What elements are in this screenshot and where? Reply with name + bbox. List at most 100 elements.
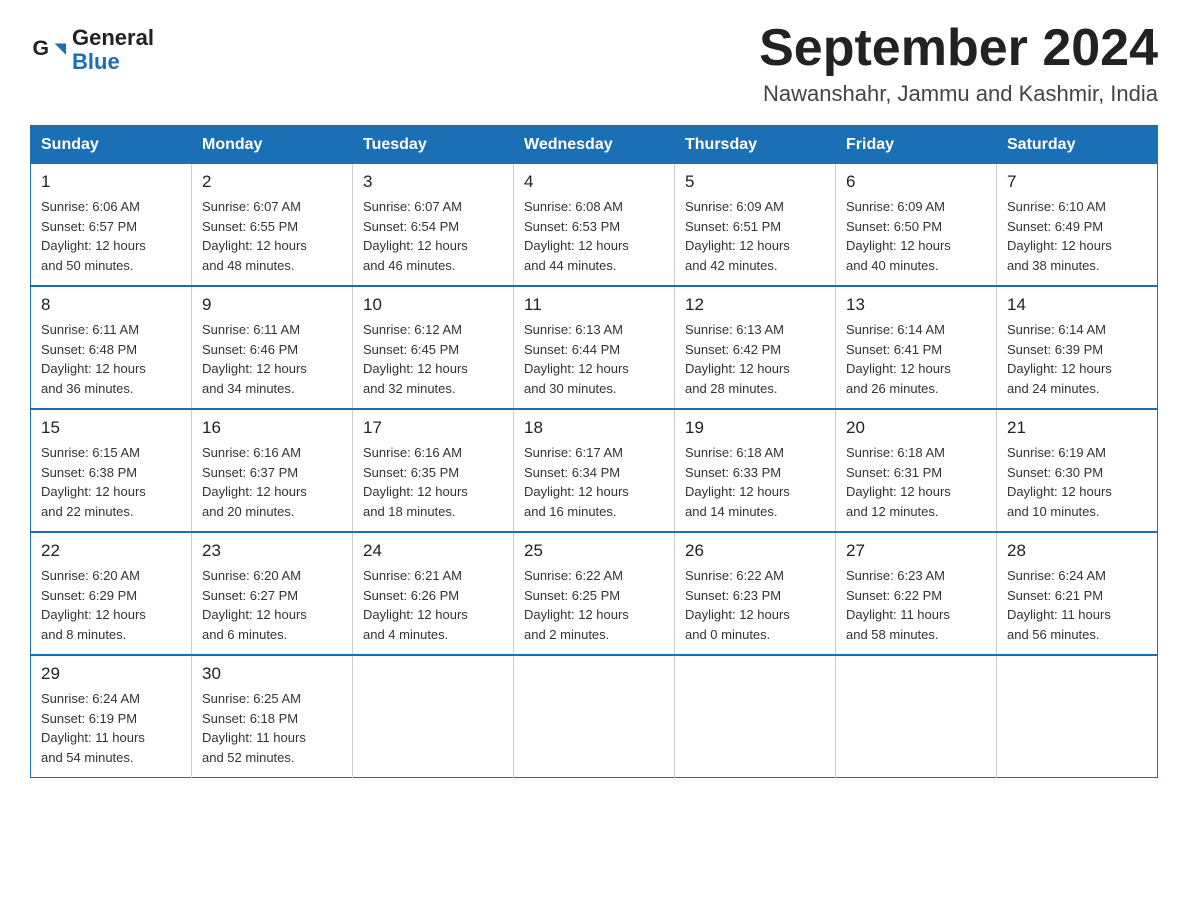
day-info-line: Daylight: 12 hours xyxy=(846,236,986,256)
day-info-line: Daylight: 12 hours xyxy=(202,236,342,256)
day-info-line: Sunrise: 6:09 AM xyxy=(685,197,825,217)
day-info: Sunrise: 6:11 AMSunset: 6:48 PMDaylight:… xyxy=(41,320,181,398)
day-info-line: Sunrise: 6:14 AM xyxy=(846,320,986,340)
day-info-line: Daylight: 12 hours xyxy=(685,605,825,625)
header-saturday: Saturday xyxy=(997,126,1158,165)
day-info-line: and 0 minutes. xyxy=(685,625,825,645)
day-info-line: Daylight: 12 hours xyxy=(524,605,664,625)
day-info-line: and 50 minutes. xyxy=(41,256,181,276)
day-info: Sunrise: 6:08 AMSunset: 6:53 PMDaylight:… xyxy=(524,197,664,275)
day-info-line: Sunset: 6:25 PM xyxy=(524,586,664,606)
day-info-line: and 38 minutes. xyxy=(1007,256,1147,276)
day-cell: 9Sunrise: 6:11 AMSunset: 6:46 PMDaylight… xyxy=(192,286,353,409)
day-cell: 14Sunrise: 6:14 AMSunset: 6:39 PMDayligh… xyxy=(997,286,1158,409)
day-info-line: and 26 minutes. xyxy=(846,379,986,399)
day-number: 16 xyxy=(202,418,342,438)
day-info: Sunrise: 6:19 AMSunset: 6:30 PMDaylight:… xyxy=(1007,443,1147,521)
day-info-line: Daylight: 12 hours xyxy=(363,605,503,625)
day-info: Sunrise: 6:12 AMSunset: 6:45 PMDaylight:… xyxy=(363,320,503,398)
day-number: 20 xyxy=(846,418,986,438)
day-info-line: Sunrise: 6:11 AM xyxy=(41,320,181,340)
day-info-line: Daylight: 11 hours xyxy=(41,728,181,748)
day-cell: 24Sunrise: 6:21 AMSunset: 6:26 PMDayligh… xyxy=(353,532,514,655)
day-info-line: Sunrise: 6:08 AM xyxy=(524,197,664,217)
day-info-line: and 30 minutes. xyxy=(524,379,664,399)
day-info-line: Sunset: 6:50 PM xyxy=(846,217,986,237)
day-info-line: and 54 minutes. xyxy=(41,748,181,768)
day-info-line: Daylight: 12 hours xyxy=(202,605,342,625)
day-info-line: Sunrise: 6:23 AM xyxy=(846,566,986,586)
day-info-line: Sunset: 6:42 PM xyxy=(685,340,825,360)
day-info: Sunrise: 6:07 AMSunset: 6:55 PMDaylight:… xyxy=(202,197,342,275)
day-info-line: Sunset: 6:31 PM xyxy=(846,463,986,483)
day-info-line: Daylight: 12 hours xyxy=(1007,359,1147,379)
day-info-line: Sunset: 6:19 PM xyxy=(41,709,181,729)
day-info-line: Sunset: 6:23 PM xyxy=(685,586,825,606)
day-info-line: and 10 minutes. xyxy=(1007,502,1147,522)
day-cell: 3Sunrise: 6:07 AMSunset: 6:54 PMDaylight… xyxy=(353,164,514,286)
day-info: Sunrise: 6:09 AMSunset: 6:50 PMDaylight:… xyxy=(846,197,986,275)
day-info-line: Sunrise: 6:16 AM xyxy=(202,443,342,463)
day-info-line: Daylight: 12 hours xyxy=(685,236,825,256)
header-monday: Monday xyxy=(192,126,353,165)
day-info-line: and 36 minutes. xyxy=(41,379,181,399)
day-cell: 2Sunrise: 6:07 AMSunset: 6:55 PMDaylight… xyxy=(192,164,353,286)
day-cell: 17Sunrise: 6:16 AMSunset: 6:35 PMDayligh… xyxy=(353,409,514,532)
day-number: 7 xyxy=(1007,172,1147,192)
day-info-line: and 22 minutes. xyxy=(41,502,181,522)
day-info-line: Daylight: 12 hours xyxy=(363,482,503,502)
day-info: Sunrise: 6:17 AMSunset: 6:34 PMDaylight:… xyxy=(524,443,664,521)
day-info-line: Sunrise: 6:10 AM xyxy=(1007,197,1147,217)
day-info: Sunrise: 6:16 AMSunset: 6:35 PMDaylight:… xyxy=(363,443,503,521)
day-info-line: Sunset: 6:29 PM xyxy=(41,586,181,606)
day-info-line: and 16 minutes. xyxy=(524,502,664,522)
calendar-body: 1Sunrise: 6:06 AMSunset: 6:57 PMDaylight… xyxy=(31,164,1158,778)
day-cell: 7Sunrise: 6:10 AMSunset: 6:49 PMDaylight… xyxy=(997,164,1158,286)
day-info-line: Sunset: 6:27 PM xyxy=(202,586,342,606)
month-title: September 2024 xyxy=(759,20,1158,77)
day-info-line: Sunset: 6:21 PM xyxy=(1007,586,1147,606)
day-cell: 13Sunrise: 6:14 AMSunset: 6:41 PMDayligh… xyxy=(836,286,997,409)
day-info-line: Sunset: 6:39 PM xyxy=(1007,340,1147,360)
day-info: Sunrise: 6:14 AMSunset: 6:41 PMDaylight:… xyxy=(846,320,986,398)
day-cell xyxy=(353,655,514,778)
week-row-1: 1Sunrise: 6:06 AMSunset: 6:57 PMDaylight… xyxy=(31,164,1158,286)
day-info-line: and 34 minutes. xyxy=(202,379,342,399)
day-info: Sunrise: 6:24 AMSunset: 6:21 PMDaylight:… xyxy=(1007,566,1147,644)
day-info: Sunrise: 6:23 AMSunset: 6:22 PMDaylight:… xyxy=(846,566,986,644)
header: G General Blue September 2024 Nawanshahr… xyxy=(30,20,1158,107)
day-info-line: Daylight: 12 hours xyxy=(363,236,503,256)
day-number: 26 xyxy=(685,541,825,561)
day-number: 9 xyxy=(202,295,342,315)
day-number: 11 xyxy=(524,295,664,315)
day-info: Sunrise: 6:13 AMSunset: 6:44 PMDaylight:… xyxy=(524,320,664,398)
day-info-line: Sunrise: 6:12 AM xyxy=(363,320,503,340)
day-cell: 25Sunrise: 6:22 AMSunset: 6:25 PMDayligh… xyxy=(514,532,675,655)
calendar-header: Sunday Monday Tuesday Wednesday Thursday… xyxy=(31,126,1158,165)
header-wednesday: Wednesday xyxy=(514,126,675,165)
day-info: Sunrise: 6:09 AMSunset: 6:51 PMDaylight:… xyxy=(685,197,825,275)
day-info-line: Sunrise: 6:25 AM xyxy=(202,689,342,709)
day-cell: 19Sunrise: 6:18 AMSunset: 6:33 PMDayligh… xyxy=(675,409,836,532)
day-info-line: Daylight: 12 hours xyxy=(202,482,342,502)
day-info-line: Sunrise: 6:07 AM xyxy=(363,197,503,217)
day-number: 24 xyxy=(363,541,503,561)
svg-text:G: G xyxy=(32,36,49,60)
day-number: 21 xyxy=(1007,418,1147,438)
day-info-line: Sunset: 6:53 PM xyxy=(524,217,664,237)
day-info-line: Sunrise: 6:24 AM xyxy=(1007,566,1147,586)
day-cell: 22Sunrise: 6:20 AMSunset: 6:29 PMDayligh… xyxy=(31,532,192,655)
page: G General Blue September 2024 Nawanshahr… xyxy=(0,0,1188,808)
day-number: 29 xyxy=(41,664,181,684)
week-row-5: 29Sunrise: 6:24 AMSunset: 6:19 PMDayligh… xyxy=(31,655,1158,778)
day-cell: 30Sunrise: 6:25 AMSunset: 6:18 PMDayligh… xyxy=(192,655,353,778)
day-info-line: Sunrise: 6:07 AM xyxy=(202,197,342,217)
day-cell: 1Sunrise: 6:06 AMSunset: 6:57 PMDaylight… xyxy=(31,164,192,286)
header-friday: Friday xyxy=(836,126,997,165)
day-cell: 6Sunrise: 6:09 AMSunset: 6:50 PMDaylight… xyxy=(836,164,997,286)
day-info: Sunrise: 6:16 AMSunset: 6:37 PMDaylight:… xyxy=(202,443,342,521)
day-info-line: and 42 minutes. xyxy=(685,256,825,276)
day-info-line: Sunrise: 6:13 AM xyxy=(524,320,664,340)
day-info-line: and 18 minutes. xyxy=(363,502,503,522)
day-cell: 23Sunrise: 6:20 AMSunset: 6:27 PMDayligh… xyxy=(192,532,353,655)
